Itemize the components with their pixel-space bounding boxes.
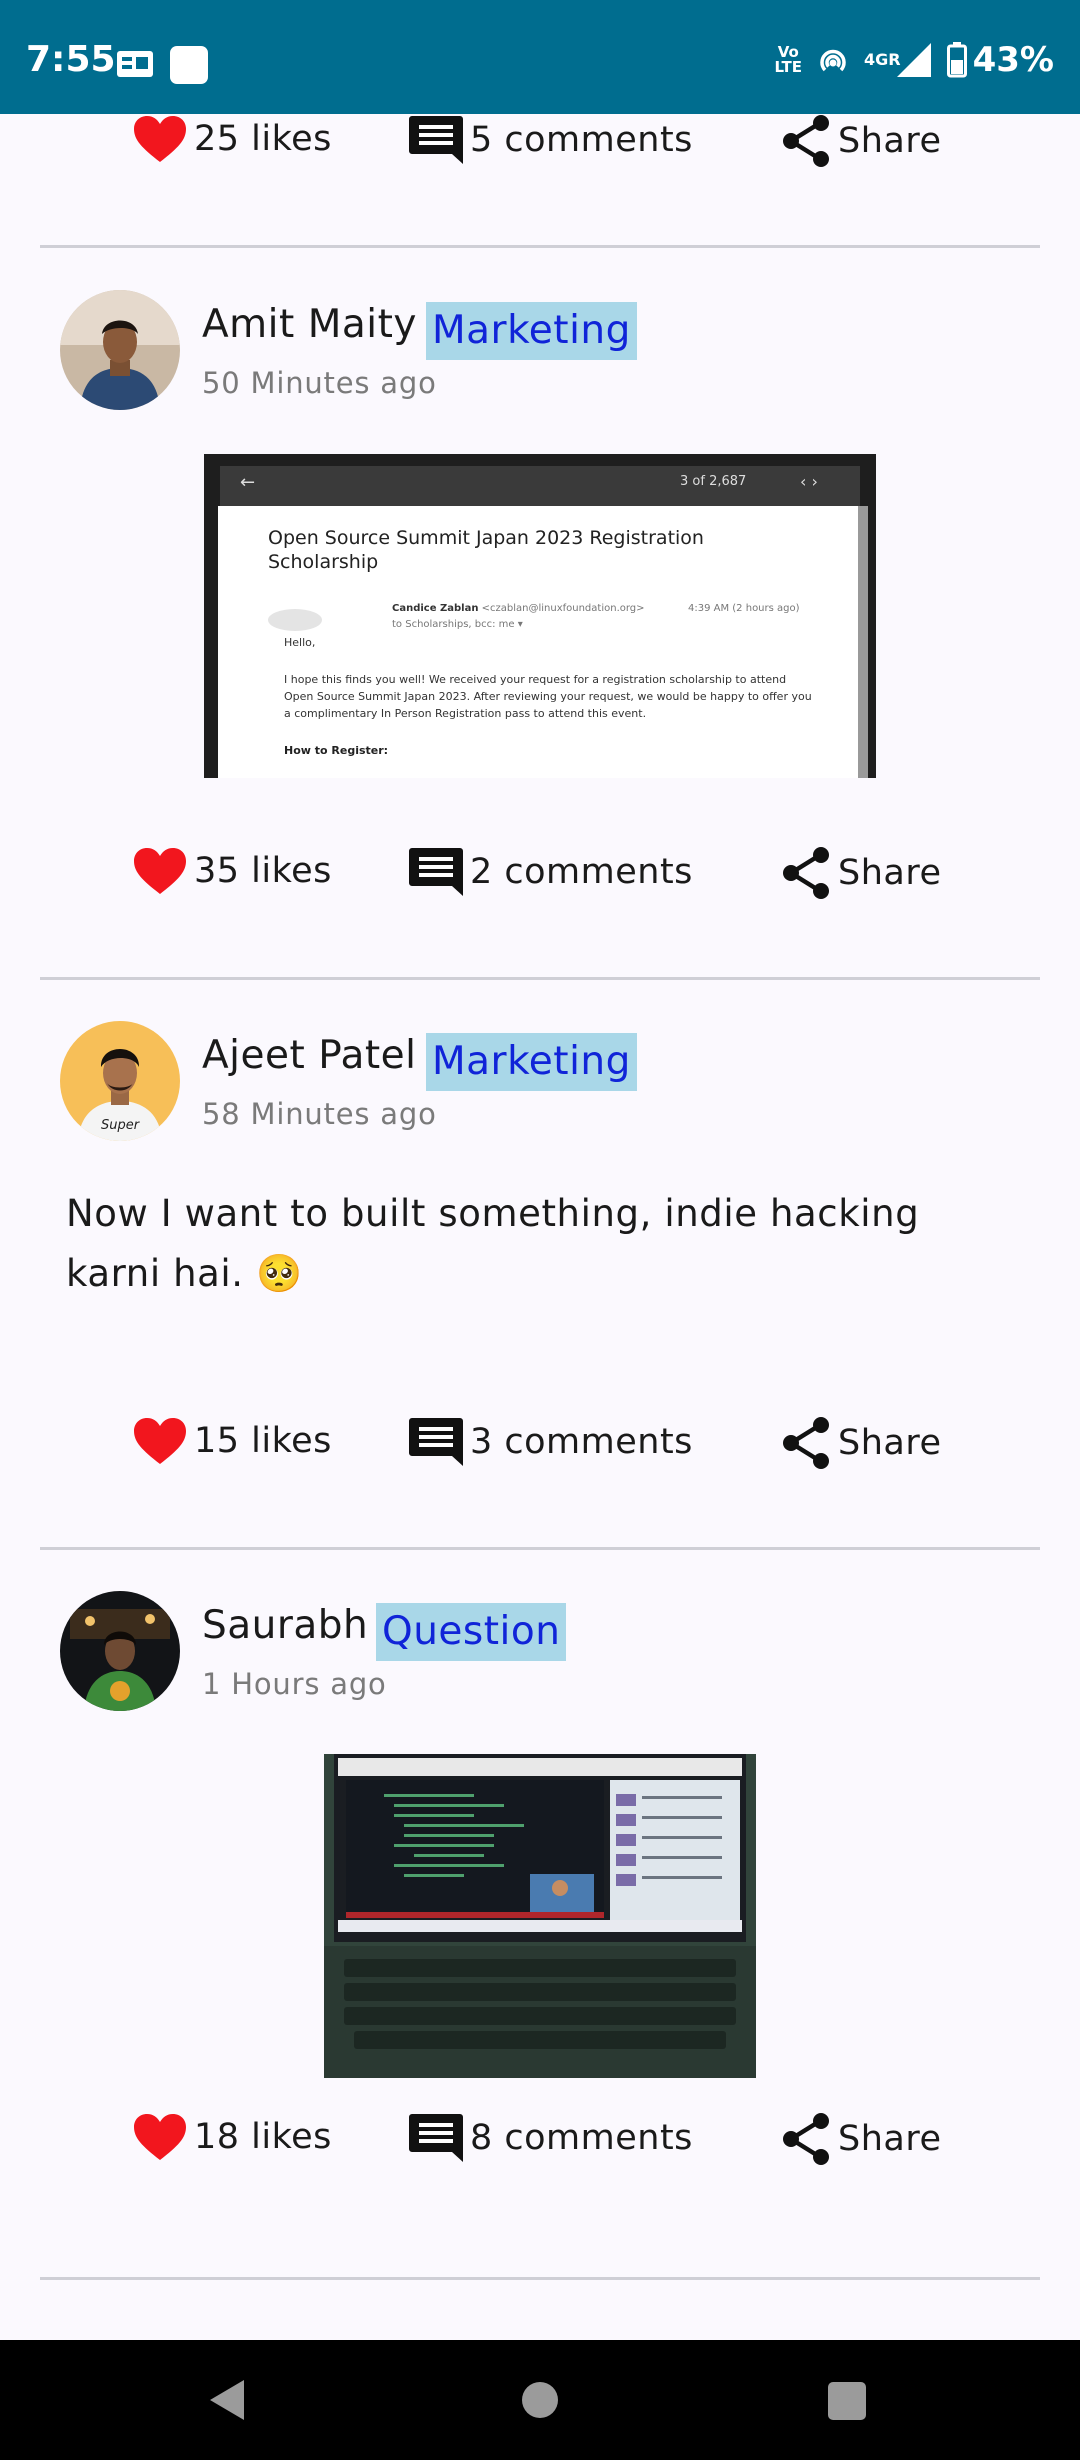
volte-indicator: Vo LTE: [774, 43, 803, 76]
heart-icon: [134, 116, 186, 162]
author-name[interactable]: Amit Maity: [202, 302, 417, 347]
battery-percent: 43%: [972, 40, 1054, 80]
share-label: Share: [838, 121, 942, 161]
share-icon: [783, 847, 829, 899]
like-button[interactable]: 35 likes: [132, 846, 332, 896]
email-how-to: How to Register:: [284, 744, 389, 757]
post-divider: [40, 2277, 1040, 2280]
post-time: 1 Hours ago: [202, 1667, 387, 1701]
email-scrollbar: [858, 506, 868, 778]
email-to: to Scholarships, bcc: me ▾: [392, 619, 523, 630]
comment-button[interactable]: 2 comments: [408, 846, 693, 898]
comment-count: 5 comments: [470, 120, 693, 160]
toolbar-back-icon: ←: [240, 472, 256, 493]
comment-icon: [409, 116, 463, 164]
share-button[interactable]: Share: [780, 2112, 942, 2166]
share-icon: [783, 2113, 829, 2165]
share-icon: [783, 115, 829, 167]
hotspot-icon: [820, 49, 846, 72]
post-header: Saurabh Question 1 Hours ago: [0, 1591, 1080, 1721]
battery-icon: [946, 42, 967, 78]
avatar[interactable]: Super: [60, 1021, 180, 1141]
category-tag[interactable]: Marketing: [426, 1033, 637, 1091]
like-button[interactable]: 15 likes: [132, 1416, 332, 1466]
toolbar-nav-icon: ‹ ›: [800, 472, 818, 491]
comment-count: 3 comments: [470, 1422, 693, 1462]
category-tag[interactable]: Marketing: [426, 302, 637, 360]
post-header: Super Ajeet Patel Marketing 58 Minutes a…: [0, 1021, 1080, 1151]
like-count: 18 likes: [194, 2117, 332, 2157]
app-notification-icon: [170, 46, 208, 84]
post-image[interactable]: [324, 1754, 756, 2078]
status-icons: Vo LTE 4GR 43%: [774, 40, 1054, 80]
post-actions: 18 likes 8 comments Share: [0, 2112, 1080, 2172]
avatar[interactable]: [60, 290, 180, 410]
system-nav-bar: [0, 2340, 1080, 2460]
post-image[interactable]: 3 of 2,687 ← ‹ › Open Source Summit Japa…: [204, 454, 876, 778]
email-sender: Candice Zablan: [392, 603, 479, 614]
like-button[interactable]: 18 likes: [132, 2112, 332, 2162]
email-time: 4:39 AM (2 hours ago): [688, 603, 800, 614]
email-greeting: Hello,: [284, 636, 316, 649]
post-actions: 35 likes 2 comments Share: [0, 846, 1080, 906]
share-button[interactable]: Share: [780, 114, 942, 168]
email-toolbar: 3 of 2,687 ← ‹ ›: [220, 466, 860, 506]
like-button[interactable]: 25 likes: [132, 114, 332, 164]
status-time: 7:55: [26, 39, 116, 80]
notification-icon: [117, 51, 153, 77]
recents-icon[interactable]: [828, 2382, 866, 2420]
post-divider: [40, 245, 1040, 248]
comment-count: 2 comments: [470, 852, 693, 892]
share-label: Share: [838, 1423, 942, 1463]
share-label: Share: [838, 853, 942, 893]
like-count: 35 likes: [194, 851, 332, 891]
comment-icon: [409, 1418, 463, 1466]
heart-icon: [134, 1418, 186, 1464]
email-subject: Open Source Summit Japan 2023 Registrati…: [268, 527, 704, 573]
like-count: 15 likes: [194, 1421, 332, 1461]
email-sender-address: <czablan@linuxfoundation.org>: [481, 603, 645, 614]
author-name[interactable]: Saurabh: [202, 1603, 368, 1648]
back-icon[interactable]: [206, 2378, 250, 2422]
share-button[interactable]: Share: [780, 1416, 942, 1470]
laptop-photo: [324, 1754, 756, 2078]
post-actions: 25 likes 5 comments Share: [0, 114, 1080, 174]
home-icon[interactable]: [522, 2382, 558, 2418]
email-count: 3 of 2,687: [680, 474, 747, 489]
sender-avatar: [268, 609, 322, 631]
share-button[interactable]: Share: [780, 846, 942, 900]
comment-icon: [409, 2114, 463, 2162]
post-time: 58 Minutes ago: [202, 1097, 437, 1131]
comment-icon: [409, 848, 463, 896]
like-count: 25 likes: [194, 119, 332, 159]
email-body: Open Source Summit Japan 2023 Registrati…: [218, 506, 862, 778]
share-icon: [783, 1417, 829, 1469]
email-sender-line: Candice Zablan <czablan@linuxfoundation.…: [392, 603, 645, 614]
category-tag[interactable]: Question: [376, 1603, 567, 1661]
status-bar: 7:55 Vo LTE 4GR 43%: [0, 0, 1080, 114]
email-body-text: I hope this finds you well! We received …: [284, 673, 812, 720]
comment-button[interactable]: 8 comments: [408, 2112, 693, 2164]
heart-icon: [134, 2114, 186, 2160]
network-type: 4GR: [864, 50, 901, 69]
post-time: 50 Minutes ago: [202, 366, 437, 400]
avatar[interactable]: [60, 1591, 180, 1711]
author-name[interactable]: Ajeet Patel: [202, 1033, 416, 1078]
svg-text:Super: Super: [101, 1118, 141, 1133]
feed-list[interactable]: 25 likes 5 comments Share Amit Maity Mar…: [0, 114, 1080, 2340]
share-label: Share: [838, 2119, 942, 2159]
post-actions: 15 likes 3 comments Share: [0, 1416, 1080, 1476]
heart-icon: [134, 848, 186, 894]
post-divider: [40, 1547, 1040, 1550]
comment-count: 8 comments: [470, 2118, 693, 2158]
post-header: Amit Maity Marketing 50 Minutes ago: [0, 290, 1080, 420]
comment-button[interactable]: 5 comments: [408, 114, 693, 166]
post-text: Now I want to built something, indie hac…: [66, 1192, 920, 1295]
post-divider: [40, 977, 1040, 980]
comment-button[interactable]: 3 comments: [408, 1416, 693, 1468]
